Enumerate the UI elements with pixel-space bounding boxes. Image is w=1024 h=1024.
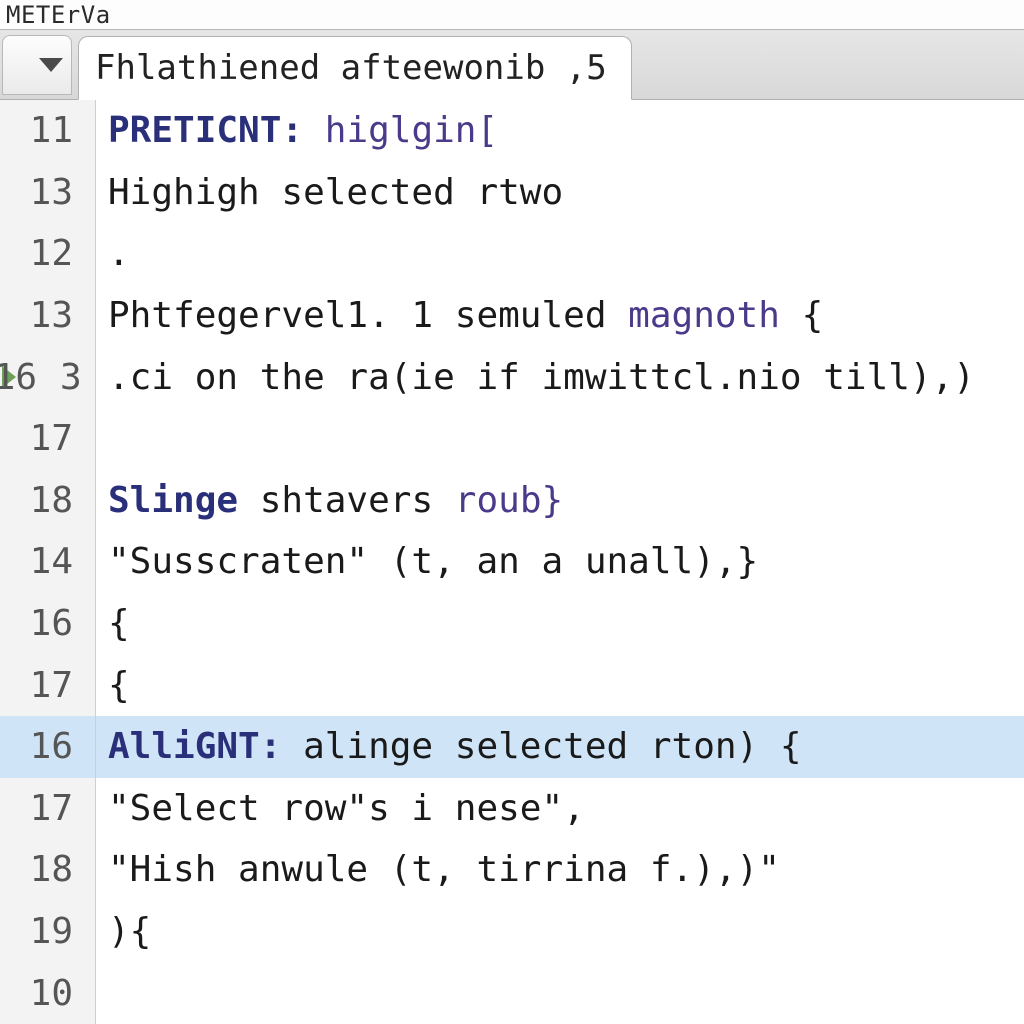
code-line[interactable]: Phtfegervel1. 1 semuled magnoth { <box>96 285 1024 347</box>
title-bar: METErVa <box>0 0 1024 30</box>
code-line[interactable]: { <box>96 593 1024 655</box>
code-token: .ci on the ra(ie if imwittcl.nio till),) <box>108 357 975 398</box>
code-line[interactable]: .ci on the ra(ie if imwittcl.nio till),) <box>96 346 1024 408</box>
code-line[interactable]: Slinge shtavers roub} <box>96 470 1024 532</box>
tab-active[interactable]: Fhlathiened afteewonib ,5 <box>78 36 632 100</box>
code-token: AlliGNT: <box>108 726 281 767</box>
code-line[interactable]: Highigh selected rtwo <box>96 162 1024 224</box>
code-token: "Susscraten" (t, an a unall),} <box>108 541 758 582</box>
code-line[interactable]: "Select row"s i nese", <box>96 778 1024 840</box>
line-number: 17 <box>0 654 95 716</box>
code-token: ){ <box>108 911 151 952</box>
code-line[interactable]: . <box>96 223 1024 285</box>
code-token: . <box>108 233 130 274</box>
code-editor[interactable]: 111312133161617181416171617181910 PRETIC… <box>0 100 1024 1024</box>
tab-bar: Fhlathiened afteewonib ,5 <box>0 30 1024 100</box>
code-token: { <box>108 603 130 644</box>
code-line[interactable]: "Susscraten" (t, an a unall),} <box>96 531 1024 593</box>
code-token: { <box>108 665 130 706</box>
code-area[interactable]: PRETICNT: higlgin[ Highigh selected rtwo.… <box>96 100 1024 1024</box>
code-line[interactable]: { <box>96 654 1024 716</box>
line-number: 13 <box>0 285 95 347</box>
line-number: 16 <box>0 593 95 655</box>
code-token: shtavers <box>238 480 455 521</box>
code-token <box>303 110 325 151</box>
code-line[interactable]: PRETICNT: higlgin[ <box>96 100 1024 162</box>
line-number-gutter: 111312133161617181416171617181910 <box>0 100 96 1024</box>
code-token: Slinge <box>108 480 238 521</box>
line-number: 18 <box>0 839 95 901</box>
line-number: 17 <box>0 408 95 470</box>
tab-dropdown-button[interactable] <box>2 35 72 95</box>
code-line[interactable] <box>96 962 1024 1024</box>
code-line[interactable]: "Hish anwule (t, tirrina f.),)" <box>96 839 1024 901</box>
code-line[interactable]: ){ <box>96 901 1024 963</box>
window-title: METErVa <box>6 1 111 29</box>
code-line[interactable]: AlliGNT: alinge selected rton) { <box>96 716 1024 778</box>
editor-window: METErVa Fhlathiened afteewonib ,5 111312… <box>0 0 1024 1024</box>
code-token: roub} <box>455 480 563 521</box>
line-number: 18 <box>0 470 95 532</box>
line-number: 16 <box>0 716 95 778</box>
chevron-down-icon <box>39 58 63 72</box>
code-token: higlgin[ <box>325 110 498 151</box>
line-number: 14 <box>0 531 95 593</box>
code-token: alinge selected rton) { <box>281 726 801 767</box>
line-number: 11 <box>0 100 95 162</box>
code-token: "Hish anwule (t, tirrina f.),)" <box>108 849 780 890</box>
code-line[interactable] <box>96 408 1024 470</box>
code-token: Phtfegervel1. 1 semuled <box>108 295 628 336</box>
code-token: { <box>780 295 823 336</box>
line-number: 19 <box>0 901 95 963</box>
code-token: magnoth <box>628 295 780 336</box>
code-token: PRETICNT: <box>108 110 303 151</box>
line-number: 31616 <box>0 346 95 408</box>
breakpoint-number: 3 <box>60 357 82 398</box>
tab-label: Fhlathiened afteewonib ,5 <box>95 48 607 88</box>
line-number: 12 <box>0 223 95 285</box>
line-number: 13 <box>0 162 95 224</box>
line-number: 17 <box>0 778 95 840</box>
code-token: "Select row"s i nese", <box>108 788 585 829</box>
code-token: Highigh selected rtwo <box>108 172 563 213</box>
line-number: 10 <box>0 962 95 1024</box>
